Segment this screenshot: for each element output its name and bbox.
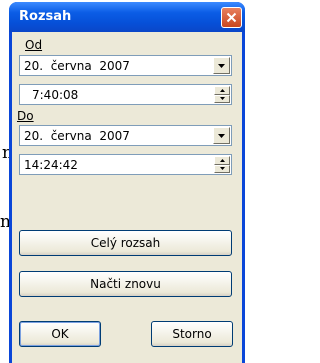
to-date-value: 20. června 2007 [24,129,130,143]
dialog-title: Rozsah [19,9,72,24]
spin-down-icon [219,167,225,171]
from-date-value: 20. června 2007 [24,59,130,73]
spin-up-button[interactable] [214,86,230,95]
spin-up-icon [219,88,225,92]
from-time-spinner[interactable] [214,86,230,103]
close-button[interactable] [221,7,242,28]
spin-up-button[interactable] [214,156,230,165]
to-date-dropdown-button[interactable] [213,127,230,144]
range-dialog: Rozsah Od 20. června 2007 7:40:08 Do 20. [9,2,245,363]
title-bar[interactable]: Rozsah [9,2,245,32]
to-label: Do [17,109,34,123]
close-icon [226,12,237,23]
spin-down-icon [219,97,225,101]
cancel-button[interactable]: Storno [151,321,233,347]
spin-up-icon [219,158,225,162]
dialog-body: Od 20. června 2007 7:40:08 Do 20. června… [12,32,242,363]
chevron-down-icon [218,63,225,68]
chevron-down-icon [218,133,225,138]
to-time-field[interactable]: 14:24:42 [19,154,232,175]
spin-down-button[interactable] [214,94,230,103]
to-time-value: 14:24:42 [24,158,78,172]
to-date-picker[interactable]: 20. června 2007 [19,125,232,146]
to-time-spinner[interactable] [214,156,230,173]
spin-down-button[interactable] [214,164,230,173]
from-time-value: 7:40:08 [32,88,79,102]
from-date-picker[interactable]: 20. června 2007 [19,55,232,76]
from-label: Od [25,38,43,52]
full-range-button[interactable]: Celý rozsah [19,230,232,256]
from-date-dropdown-button[interactable] [213,57,230,74]
reload-button[interactable]: Načti znovu [19,271,232,297]
from-time-field[interactable]: 7:40:08 [19,84,232,105]
ok-button[interactable]: OK [19,321,101,347]
